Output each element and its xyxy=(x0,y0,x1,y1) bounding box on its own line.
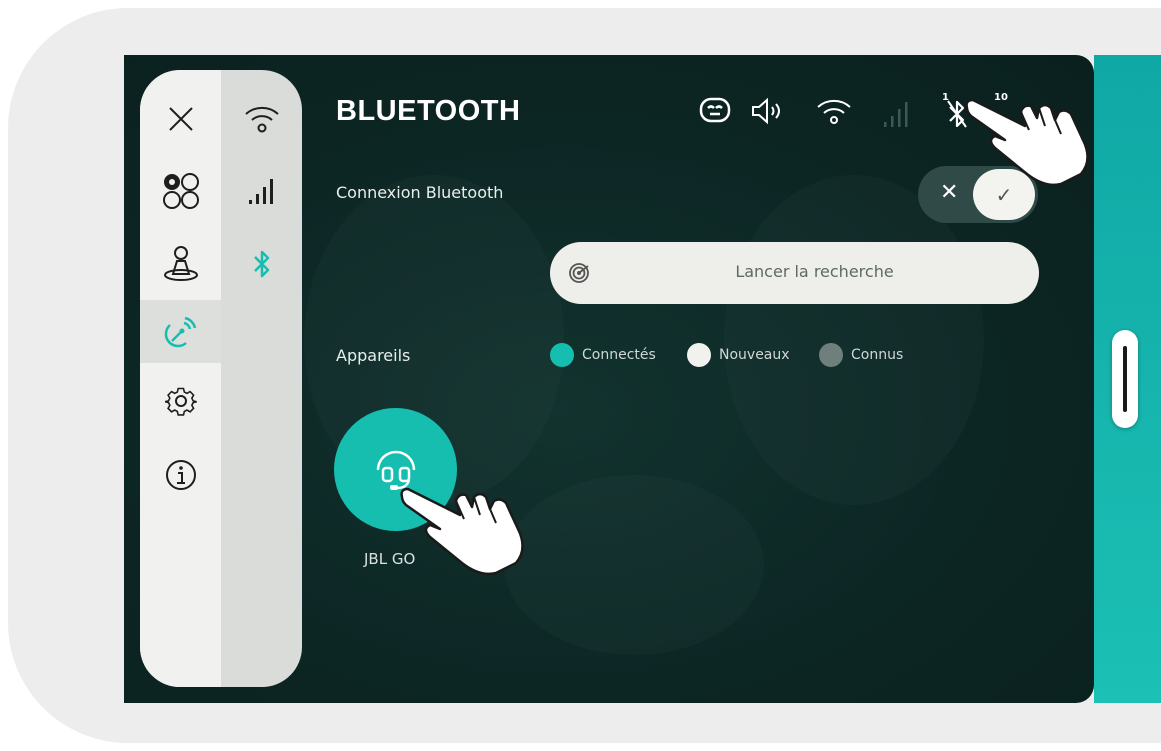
legend-connected[interactable]: Connectés xyxy=(550,343,656,367)
scroll-handle-bar xyxy=(1123,346,1127,412)
legend-known[interactable]: Connus xyxy=(819,343,903,367)
sidebar-item-apps[interactable] xyxy=(140,154,221,228)
apps-icon xyxy=(162,173,199,209)
settings-icon xyxy=(164,387,197,416)
sidebar-item-bluetooth[interactable] xyxy=(221,228,302,300)
pointer-hand-icon xyxy=(965,98,1089,187)
cellular-signal-icon xyxy=(248,179,273,204)
legend-label: Connus xyxy=(851,347,904,363)
wifi-status-icon[interactable] xyxy=(816,98,852,130)
bluetooth-connection-label: Connexion Bluetooth xyxy=(336,183,504,202)
wifi-icon xyxy=(244,106,279,133)
background-shape xyxy=(724,175,984,505)
scroll-handle[interactable] xyxy=(1112,330,1138,428)
page-title: BLUETOOTH xyxy=(336,95,521,127)
speaker-icon[interactable] xyxy=(750,97,786,129)
sidebar-item-wifi[interactable] xyxy=(221,84,302,154)
close-icon xyxy=(168,107,193,131)
signal-icon[interactable] xyxy=(882,100,912,132)
sidebar-item-cellular[interactable] xyxy=(221,154,302,228)
legend-label: Connectés xyxy=(582,347,656,363)
user-icon xyxy=(163,246,198,281)
sidebar xyxy=(140,70,302,687)
legend-new[interactable]: Nouveaux xyxy=(687,343,790,367)
devices-label: Appareils xyxy=(336,346,411,365)
sidebar-item-settings[interactable] xyxy=(140,363,221,439)
sidebar-item-user[interactable] xyxy=(140,228,221,300)
legend-dot-known xyxy=(819,343,843,367)
legend-label: Nouveaux xyxy=(719,347,790,363)
robot-face-icon[interactable] xyxy=(698,94,732,130)
sidebar-item-connectivity[interactable] xyxy=(140,300,221,363)
search-button[interactable]: Lancer la recherche xyxy=(550,242,1039,304)
bluetooth-icon xyxy=(253,250,269,278)
legend-dot-new xyxy=(687,343,711,367)
info-icon xyxy=(165,460,196,490)
close-button[interactable] xyxy=(140,84,221,154)
pointer-hand-icon xyxy=(400,487,524,576)
search-label: Lancer la recherche xyxy=(735,262,894,281)
toggle-off-symbol: ✕ xyxy=(940,180,959,205)
sidebar-item-info[interactable] xyxy=(140,439,221,511)
connectivity-icon xyxy=(164,316,196,347)
legend-dot-connected xyxy=(550,343,574,367)
